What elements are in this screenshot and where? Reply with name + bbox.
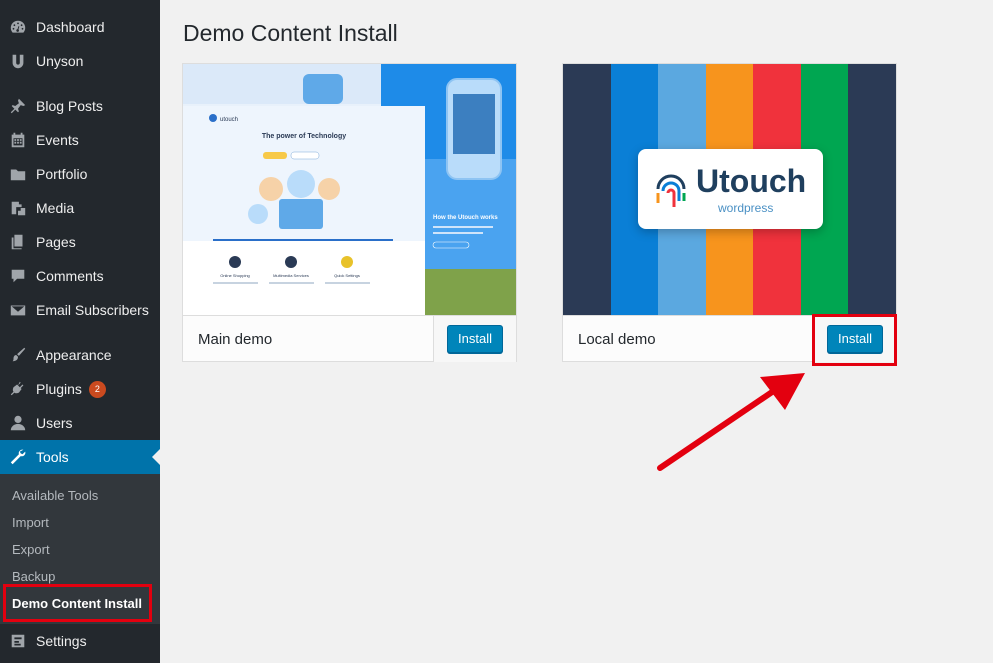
demo-name-main: Main demo — [198, 331, 273, 348]
thumb-feature-2: Multimedia Services — [273, 273, 309, 278]
settings-icon — [0, 632, 36, 650]
submenu-backup[interactable]: Backup — [12, 569, 55, 584]
menu-label: Tools — [36, 449, 69, 465]
thumb-feature-1: Online Shopping — [220, 273, 250, 278]
menu-label: Pages — [36, 234, 76, 250]
menu-label: Email Subscribers — [36, 302, 149, 318]
menu-pages[interactable]: Pages — [0, 225, 160, 259]
menu-users[interactable]: Users — [0, 406, 160, 440]
media-icon — [0, 199, 36, 217]
email-icon — [0, 301, 36, 319]
unyson-icon — [0, 52, 36, 70]
wrench-icon — [0, 448, 36, 466]
comment-icon — [0, 267, 36, 285]
menu-label: Appearance — [36, 347, 112, 363]
menu-email-subscribers[interactable]: Email Subscribers — [0, 293, 160, 327]
page-title: Demo Content Install — [183, 20, 398, 46]
menu-portfolio[interactable]: Portfolio — [0, 157, 160, 191]
demo-card-main: utouch The power of Technology Online Sh… — [182, 63, 517, 362]
annotation-arrow-icon — [657, 373, 805, 471]
submenu-export[interactable]: Export — [12, 542, 50, 557]
stripe — [848, 64, 896, 315]
thumb-brand: utouch — [220, 117, 238, 123]
install-button-main[interactable]: Install — [447, 325, 503, 353]
submenu-available-tools[interactable]: Available Tools — [12, 488, 98, 503]
menu-unyson[interactable]: Unyson — [0, 44, 160, 78]
submenu-import[interactable]: Import — [12, 515, 49, 530]
stripe — [563, 64, 611, 315]
menu-dashboard[interactable]: Dashboard — [0, 10, 160, 44]
thumb-feature-3: Quick Settings — [334, 273, 360, 278]
menu-label: Plugins — [36, 381, 82, 397]
main-demo-preview-image: utouch The power of Technology Online Sh… — [183, 64, 516, 315]
brush-icon — [0, 346, 36, 364]
folder-icon — [0, 165, 36, 183]
demo-name-local: Local demo — [578, 331, 656, 348]
dashboard-icon — [0, 18, 36, 36]
menu-label: Unyson — [36, 53, 84, 69]
utouch-logo-card: Utouch wordpress — [638, 149, 823, 229]
menu-media[interactable]: Media — [0, 191, 160, 225]
highlight-box-submenu — [3, 584, 152, 622]
pages-icon — [0, 233, 36, 251]
demo-footer-main: Main demo Install — [183, 315, 516, 362]
active-indicator — [152, 449, 160, 465]
menu-settings[interactable]: Settings — [0, 624, 160, 658]
pin-icon — [0, 97, 36, 115]
menu-label: Users — [36, 415, 73, 431]
menu-plugins[interactable]: Plugins 2 — [0, 372, 160, 406]
menu-label: Dashboard — [36, 19, 105, 35]
menu-label: Blog Posts — [36, 98, 103, 114]
demo-thumbnail-main: utouch The power of Technology Online Sh… — [183, 64, 516, 315]
plugin-icon — [0, 380, 36, 398]
menu-label: Events — [36, 132, 79, 148]
demo-thumbnail-local: Utouch wordpress — [563, 64, 896, 315]
menu-comments[interactable]: Comments — [0, 259, 160, 293]
menu-events[interactable]: Events — [0, 123, 160, 157]
fingerprint-icon — [656, 174, 686, 207]
highlight-box-install — [812, 314, 897, 366]
thumb-works: How the Utouch works — [433, 215, 498, 221]
menu-tools[interactable]: Tools — [0, 440, 160, 474]
menu-appearance[interactable]: Appearance — [0, 338, 160, 372]
menu-blog-posts[interactable]: Blog Posts — [0, 89, 160, 123]
menu-label: Portfolio — [36, 166, 88, 182]
update-count-badge: 2 — [88, 380, 106, 398]
calendar-icon — [0, 131, 36, 149]
demo-actions-main: Install — [433, 316, 516, 362]
menu-label: Media — [36, 200, 75, 216]
logo-text: Utouch — [696, 163, 807, 199]
user-icon — [0, 414, 36, 432]
logo-subtext: wordpress — [718, 201, 774, 215]
admin-sidebar: Dashboard Unyson Blog Posts Events Portf… — [0, 0, 160, 663]
menu-label: Settings — [36, 633, 87, 649]
thumb-heading: The power of Technology — [262, 133, 346, 140]
menu-label: Comments — [36, 268, 104, 284]
